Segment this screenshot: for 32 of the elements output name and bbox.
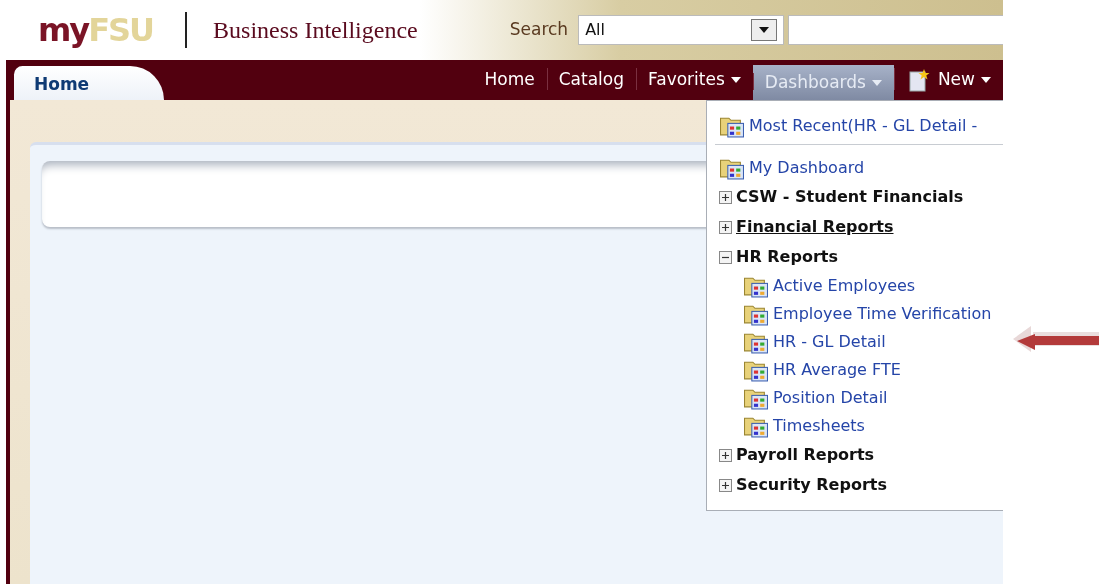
expand-icon [719, 478, 732, 492]
menu-item[interactable]: Security Reports [719, 470, 887, 500]
menu-item[interactable]: Financial Reports [719, 212, 894, 242]
nav-link[interactable]: Home [472, 60, 547, 100]
search-field[interactable] [788, 15, 1003, 45]
nav-link[interactable]: Catalog [546, 60, 636, 100]
menu-item[interactable]: Position Detail [743, 384, 888, 412]
home-tab[interactable]: Home [14, 66, 164, 100]
menu-item[interactable]: Active Employees [743, 272, 916, 300]
menu-item[interactable]: My Dashboard [719, 153, 865, 182]
menu-item[interactable]: HR Reports [719, 242, 838, 272]
caret-icon [981, 77, 991, 83]
logo: myFSU [38, 14, 154, 46]
menu-item[interactable]: Employee Time Verification [743, 300, 992, 328]
menu-item[interactable]: Timesheets [743, 412, 865, 440]
expand-icon [719, 448, 732, 462]
caret-icon [871, 79, 882, 86]
menu-item[interactable]: CSW - Student Financials [719, 182, 964, 212]
menu-item[interactable]: HR - GL Detail [743, 328, 886, 356]
search-scope-dropdown[interactable]: All [578, 15, 785, 45]
menu-item[interactable]: Payroll Reports [719, 440, 875, 470]
caret-icon [759, 27, 770, 33]
expand-icon [719, 220, 732, 234]
search-label: Search [509, 18, 569, 42]
expand-icon [719, 190, 732, 204]
collapse-icon [719, 250, 732, 264]
caret-icon [730, 77, 741, 83]
menu-item[interactable]: HR Average FTE [743, 356, 901, 384]
nav-menu-button[interactable]: New [893, 60, 1003, 100]
menu-item[interactable]: Most Recent(HR - GL Detail - [719, 111, 978, 140]
app-title: Business Intelligence [213, 16, 418, 45]
nav-menu-button[interactable]: Favorites [636, 60, 753, 100]
